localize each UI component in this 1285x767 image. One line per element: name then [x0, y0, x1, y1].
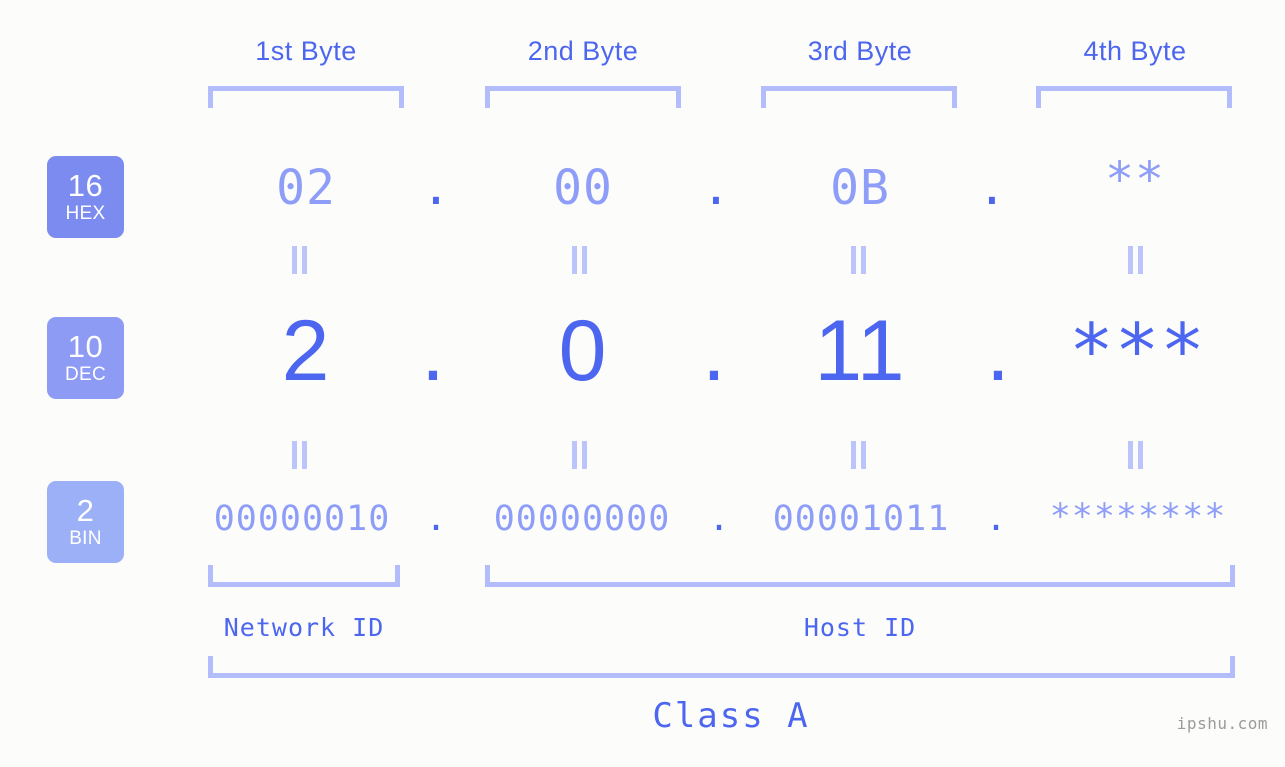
class-label: Class A [652, 696, 810, 736]
bin-byte-3: 00001011 [772, 499, 950, 539]
ip-address-breakdown-diagram: 1st Byte 2nd Byte 3rd Byte 4th Byte 16 H… [0, 0, 1285, 767]
equals-mark-hex-dec-2 [572, 246, 588, 274]
equals-mark-hex-dec-1 [292, 246, 308, 274]
site-watermark: ipshu.com [1176, 714, 1268, 733]
equals-mark-dec-bin-2 [572, 441, 588, 469]
bin-byte-2: 00000000 [493, 499, 671, 539]
byte-header-3: 3rd Byte [807, 36, 913, 66]
equals-mark-dec-bin-4 [1128, 441, 1144, 469]
equals-mark-hex-dec-3 [851, 246, 867, 274]
byte-header-4: 4th Byte [1083, 36, 1187, 66]
bin-dot-2: . [708, 499, 730, 539]
radix-badge-bin: 2 BIN [47, 481, 124, 563]
dec-byte-4: *** [1069, 308, 1206, 394]
hex-dot-3: . [977, 160, 1007, 216]
radix-badge-hex: 16 HEX [47, 156, 124, 238]
byte-header-2: 2nd Byte [527, 36, 639, 66]
hex-dot-2: . [701, 160, 731, 216]
radix-badge-hex-name: HEX [65, 202, 106, 224]
byte-bracket-top-4 [1036, 86, 1232, 108]
bin-dot-3: . [985, 499, 1007, 539]
hex-dot-1: . [421, 160, 451, 216]
dec-dot-2: . [702, 303, 726, 399]
bin-dot-1: . [425, 499, 447, 539]
hex-byte-3: 0B [830, 160, 890, 216]
radix-badge-dec-number: 10 [67, 328, 104, 364]
dec-dot-1: . [421, 303, 445, 399]
hex-byte-4: ** [1105, 152, 1165, 208]
class-bracket [208, 656, 1235, 678]
hex-byte-2: 00 [553, 160, 613, 216]
dec-byte-2: 0 [558, 303, 608, 399]
equals-mark-dec-bin-3 [851, 441, 867, 469]
bin-byte-1: 00000010 [213, 499, 391, 539]
byte-bracket-top-3 [761, 86, 957, 108]
radix-badge-dec: 10 DEC [47, 317, 124, 399]
host-id-bracket [485, 565, 1235, 587]
equals-mark-dec-bin-1 [292, 441, 308, 469]
network-id-bracket [208, 565, 400, 587]
equals-mark-hex-dec-4 [1128, 246, 1144, 274]
bin-byte-4: ******** [1049, 497, 1227, 537]
radix-badge-bin-name: BIN [69, 527, 102, 549]
byte-bracket-top-2 [485, 86, 681, 108]
hex-byte-1: 02 [276, 160, 336, 216]
radix-badge-dec-name: DEC [64, 363, 106, 385]
network-id-label: Network ID [223, 613, 385, 642]
dec-byte-3: 11 [814, 303, 906, 399]
byte-bracket-top-1 [208, 86, 404, 108]
dec-byte-1: 2 [281, 303, 331, 399]
host-id-label: Host ID [803, 613, 917, 642]
radix-badge-hex-number: 16 [67, 167, 104, 203]
radix-badge-bin-number: 2 [76, 492, 95, 528]
byte-header-1: 1st Byte [255, 36, 357, 66]
